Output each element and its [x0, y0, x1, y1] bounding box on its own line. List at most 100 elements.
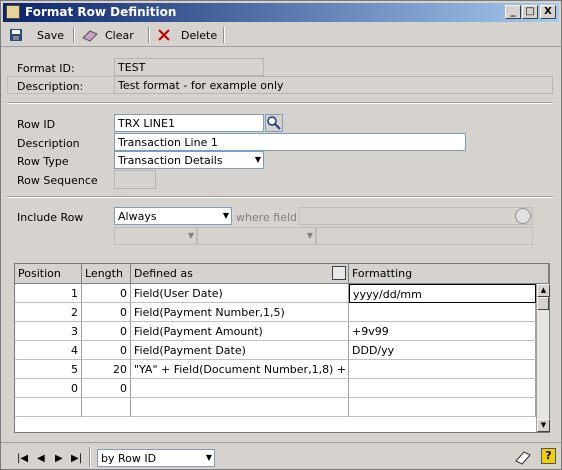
grid-header: Position Length Defined as Formatting: [15, 264, 549, 284]
sort-order-value: by Row ID: [101, 452, 157, 465]
table-row[interactable]: 2 0 Field(Payment Number,1,5): [15, 303, 536, 322]
sort-order-select[interactable]: by Row ID ▼: [97, 449, 215, 467]
cell-formatting[interactable]: [349, 360, 536, 379]
column-header-position[interactable]: Position: [15, 264, 82, 284]
window-title: Format Row Definition: [25, 5, 177, 19]
cell-position[interactable]: 0: [15, 379, 82, 398]
cell-formatting[interactable]: [349, 303, 536, 322]
dropdown-arrow-icon: ▼: [254, 155, 261, 164]
row-id-input[interactable]: TRX LINE1: [114, 114, 264, 132]
cell-length[interactable]: 0: [82, 379, 131, 398]
note-icon[interactable]: [514, 449, 532, 465]
clear-label: Clear: [105, 28, 134, 42]
dropdown-arrow-icon: ▼: [306, 231, 313, 240]
close-button[interactable]: X: [540, 5, 556, 19]
help-icon[interactable]: ?: [541, 448, 556, 464]
cell-length[interactable]: 0: [82, 303, 131, 322]
row-description-input[interactable]: Transaction Line 1: [114, 133, 466, 151]
minimize-button[interactable]: _: [505, 5, 521, 19]
scroll-up-icon[interactable]: ▲: [537, 284, 550, 297]
toolbar-separator: [73, 27, 75, 43]
expand-icon[interactable]: [332, 266, 346, 280]
cell-length[interactable]: 0: [82, 322, 131, 341]
cell-formatting[interactable]: DDD/yy: [349, 341, 536, 360]
row-description-label: Description: [17, 137, 80, 150]
cell-length[interactable]: 0: [82, 284, 131, 303]
table-row[interactable]: 00: [15, 379, 536, 398]
delete-label: Delete: [181, 28, 218, 42]
eraser-icon: [82, 30, 98, 42]
cell-defined-as[interactable]: [131, 379, 349, 398]
table-row[interactable]: 520"YA" + Field(Document Number,1,8) + F…: [15, 360, 536, 379]
where-field-input: [299, 207, 533, 225]
cell-position[interactable]: 4: [15, 341, 82, 360]
where-field-label: where field: [236, 211, 298, 224]
column-header-defined-as[interactable]: Defined as: [131, 264, 349, 284]
include-row-select[interactable]: Always ▼: [114, 207, 232, 225]
delete-x-icon: [158, 29, 170, 41]
app-icon: [6, 5, 20, 19]
vertical-scrollbar[interactable]: ▲ ▼: [536, 284, 550, 432]
lookup-disabled-icon: [515, 208, 531, 224]
save-button[interactable]: Save: [9, 26, 64, 44]
cell-length[interactable]: [82, 398, 131, 417]
cell-defined-as[interactable]: Field(Payment Amount): [131, 322, 349, 341]
status-bar: |◀ ◀ ▶ ▶| by Row ID ▼ ?: [1, 442, 561, 470]
divider: [7, 102, 553, 104]
column-header-formatting[interactable]: Formatting: [349, 264, 549, 284]
column-header-length[interactable]: Length: [82, 264, 131, 284]
divider: [7, 196, 553, 198]
cell-defined-as[interactable]: Field(User Date): [131, 284, 349, 303]
cell-defined-as[interactable]: Field(Payment Number,1,5): [131, 303, 349, 322]
cell-formatting[interactable]: +9v99: [349, 322, 536, 341]
cell-formatting[interactable]: [349, 398, 536, 417]
delete-button[interactable]: Delete: [157, 26, 217, 44]
cell-length[interactable]: 0: [82, 341, 131, 360]
next-record-icon[interactable]: ▶: [55, 453, 63, 464]
table-row[interactable]: 1 0 Field(User Date) yyyy/dd/mm: [15, 284, 536, 303]
status-separator: [89, 447, 91, 467]
lookup-button[interactable]: [265, 114, 283, 132]
toolbar-separator: [148, 27, 150, 43]
save-label: Save: [37, 28, 65, 42]
cell-position[interactable]: [15, 398, 82, 417]
dropdown-arrow-icon: ▼: [187, 231, 194, 240]
table-row[interactable]: [15, 398, 536, 417]
previous-record-icon[interactable]: ◀: [37, 453, 45, 464]
first-record-icon[interactable]: |◀: [17, 453, 28, 464]
dropdown-arrow-icon: ▼: [205, 453, 212, 462]
row-type-value: Transaction Details: [118, 154, 223, 167]
clear-button[interactable]: Clear: [81, 26, 134, 44]
defined-as-label: Defined as: [134, 267, 193, 280]
format-id-field: TEST: [114, 58, 264, 76]
table-row[interactable]: 3 0 Field(Payment Amount) +9v99: [15, 322, 536, 341]
maximize-button[interactable]: □: [522, 5, 538, 19]
toolbar-separator: [223, 27, 225, 43]
format-description-field: Test format - for example only: [114, 76, 553, 94]
magnifier-icon: [267, 116, 281, 130]
table-row[interactable]: 4 0 Field(Payment Date) DDD/yy: [15, 341, 536, 360]
cell-position[interactable]: 2: [15, 303, 82, 322]
cell-position[interactable]: 3: [15, 322, 82, 341]
scroll-thumb[interactable]: [537, 297, 549, 310]
cell-formatting[interactable]: yyyy/dd/mm: [349, 284, 536, 303]
cell-formatting[interactable]: [349, 379, 536, 398]
toolbar: Save Clear Delete: [1, 23, 562, 47]
condition-field-2: ▼: [197, 227, 316, 245]
cell-position[interactable]: 5: [15, 360, 82, 379]
title-bar: Format Row Definition _ □ X: [3, 3, 559, 22]
cell-position[interactable]: 1: [15, 284, 82, 303]
row-type-select[interactable]: Transaction Details ▼: [114, 151, 264, 169]
definition-grid[interactable]: Position Length Defined as Formatting 10…: [14, 263, 550, 433]
row-sequence-field: [114, 170, 156, 189]
include-row-label: Include Row: [17, 211, 84, 224]
cell-length[interactable]: 20: [82, 360, 131, 379]
last-record-icon[interactable]: ▶|: [71, 453, 82, 464]
cell-defined-as[interactable]: [131, 398, 349, 417]
condition-value-field: [316, 227, 533, 245]
dropdown-arrow-icon: ▼: [222, 211, 229, 220]
condition-field-1: ▼: [114, 227, 197, 245]
cell-defined-as[interactable]: Field(Payment Date): [131, 341, 349, 360]
scroll-down-icon[interactable]: ▼: [537, 419, 550, 432]
cell-defined-as[interactable]: "YA" + Field(Document Number,1,8) + Fiel…: [131, 360, 349, 379]
